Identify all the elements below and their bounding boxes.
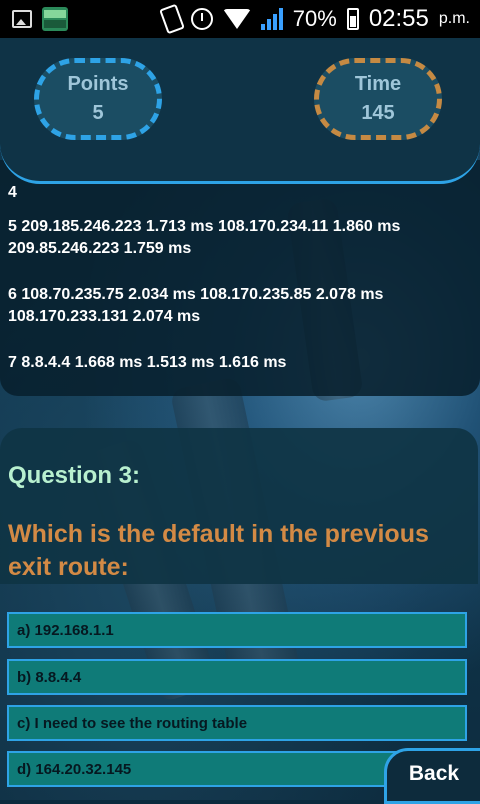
clock-ampm: p.m. — [438, 10, 470, 27]
signal-icon — [260, 8, 283, 30]
score-header: Points 5 Time 145 — [0, 38, 480, 184]
trace-line: 4 — [8, 184, 17, 201]
time-badge: Time 145 — [314, 58, 442, 140]
answer-label: a) 192.168.1.1 — [17, 621, 114, 639]
trace-line: 7 8.8.4.4 1.668 ms 1.513 ms 1.616 ms — [8, 354, 287, 371]
trace-line: 5 209.185.246.223 1.713 ms 108.170.234.1… — [8, 218, 401, 257]
time-value: 145 — [361, 102, 395, 124]
points-value: 5 — [92, 102, 104, 124]
status-bar: 70% 02:55 p.m. — [0, 0, 480, 38]
traceroute-output[interactable]: 4 5 209.185.246.223 1.713 ms 108.170.234… — [0, 160, 480, 396]
question-panel: Question 3: Which is the default in the … — [0, 428, 478, 584]
answer-label: b) 8.8.4.4 — [17, 668, 82, 686]
points-badge: Points 5 — [34, 58, 162, 140]
wifi-icon — [222, 9, 251, 29]
battery-percent: 70% — [292, 6, 337, 31]
answer-option-c[interactable]: c) I need to see the routing table — [7, 705, 467, 741]
alarm-icon — [190, 8, 213, 30]
clock-time: 02:55 — [368, 5, 429, 32]
answer-option-b[interactable]: b) 8.8.4.4 — [7, 659, 467, 695]
answer-option-a[interactable]: a) 192.168.1.1 — [7, 612, 467, 648]
trace-line: 6 108.70.235.75 2.034 ms 108.170.235.85 … — [8, 286, 384, 325]
answer-label: c) I need to see the routing table — [17, 714, 248, 732]
vibrate-icon — [158, 3, 185, 35]
points-label: Points — [67, 73, 129, 95]
question-title: Question 3: — [8, 462, 141, 489]
app-notification-icon — [42, 7, 68, 31]
battery-icon — [346, 8, 359, 30]
answer-label: d) 164.20.32.145 — [17, 760, 132, 778]
back-button[interactable]: Back — [384, 748, 480, 804]
gallery-icon — [12, 10, 32, 28]
time-label: Time — [354, 73, 402, 95]
question-text: Which is the default in the previous exi… — [8, 520, 429, 581]
